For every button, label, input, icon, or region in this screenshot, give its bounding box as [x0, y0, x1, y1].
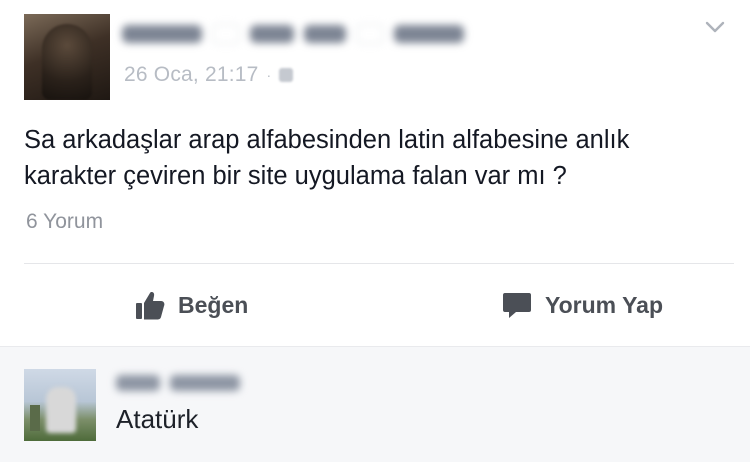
thumbs-up-icon: [136, 292, 165, 320]
like-button[interactable]: Beğen: [0, 264, 383, 346]
author-avatar[interactable]: [24, 14, 110, 100]
post-body: Sa arkadaşlar arap alfabesinden latin al…: [24, 122, 724, 194]
action-bar: Beğen Yorum Yap: [0, 264, 750, 346]
speech-bubble-icon: [503, 293, 531, 318]
author-name-blurred[interactable]: [122, 22, 464, 46]
comment-button[interactable]: Yorum Yap: [383, 264, 750, 346]
avatar-figure: [46, 387, 76, 433]
meta-separator: ·: [266, 67, 272, 83]
comment-text: Atatürk: [116, 404, 199, 434]
comment-count[interactable]: 6 Yorum: [26, 210, 103, 234]
post-text-line: karakter çeviren bir site uygulama falan…: [24, 162, 567, 190]
globe-icon: [279, 68, 294, 82]
comment-label: Yorum Yap: [545, 291, 664, 318]
commenter-name-blurred[interactable]: [116, 375, 240, 391]
chevron-down-icon[interactable]: [704, 16, 726, 38]
avatar-tower: [30, 405, 40, 431]
commenter-avatar[interactable]: [24, 369, 96, 441]
comment-section: [0, 346, 750, 462]
post-meta: 26 Oca, 21:17 ·: [124, 63, 294, 87]
post-card: 26 Oca, 21:17 · Sa arkadaşlar arap alfab…: [0, 0, 750, 346]
like-label: Beğen: [178, 291, 249, 318]
post-text-line: Sa arkadaşlar arap alfabesinden latin al…: [24, 126, 630, 154]
post-timestamp[interactable]: 26 Oca, 21:17: [124, 63, 259, 87]
avatar-figure: [42, 24, 92, 100]
